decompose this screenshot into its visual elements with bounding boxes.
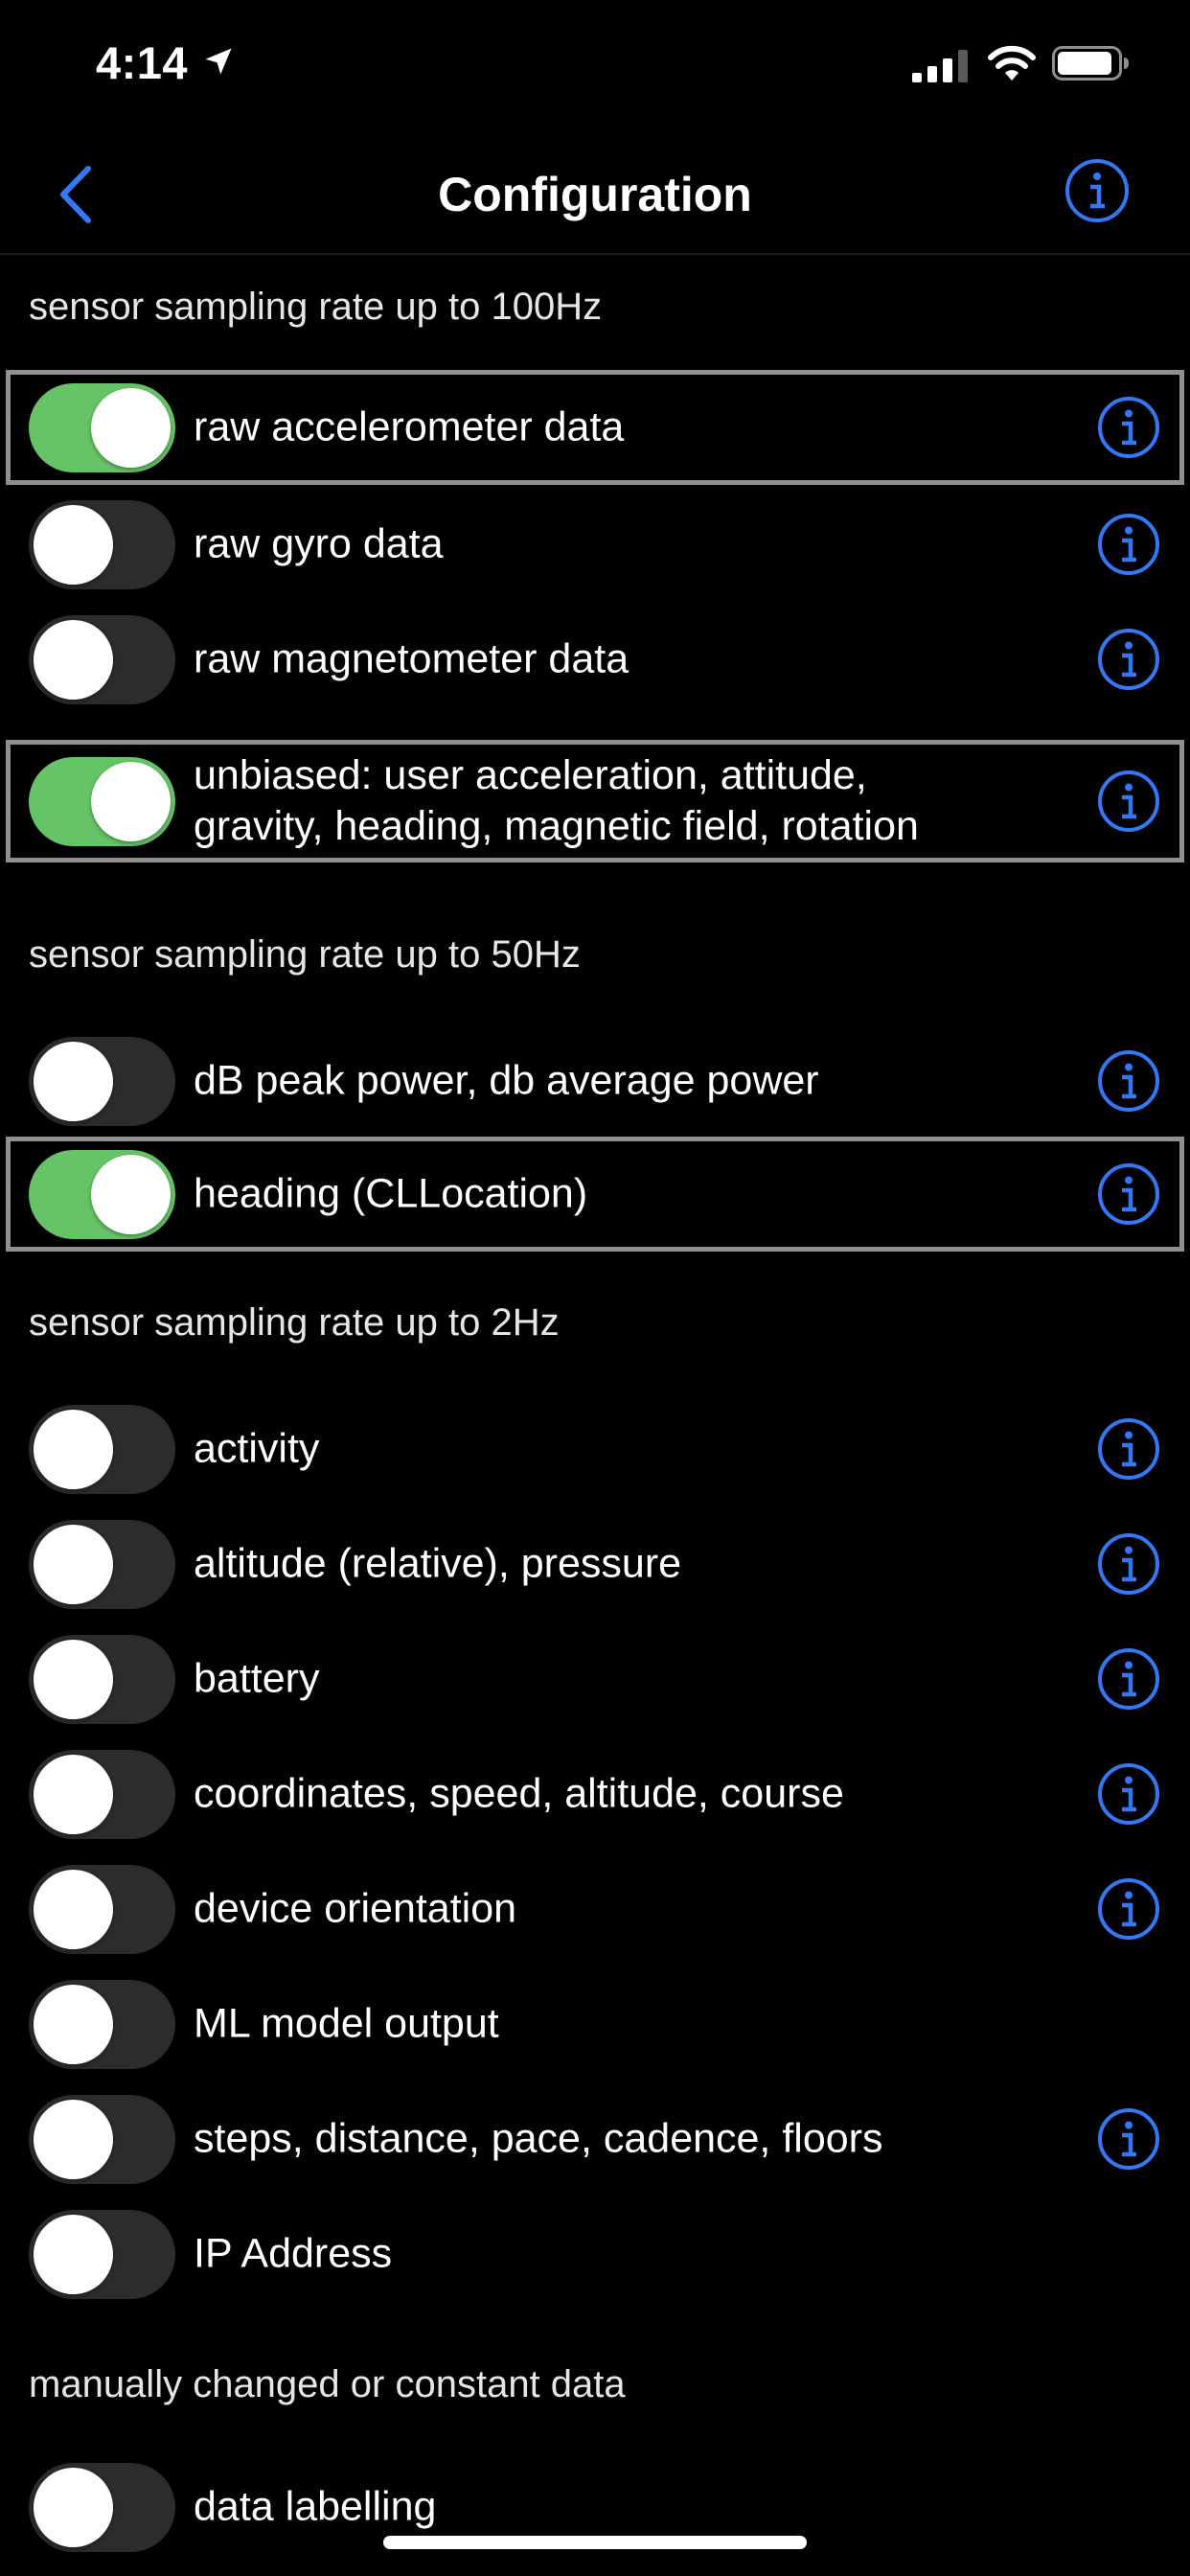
info-icon[interactable] <box>1096 1162 1161 1227</box>
toggle-switch[interactable] <box>29 383 175 472</box>
cellular-signal-icon <box>912 50 968 82</box>
toggle-knob <box>34 2215 113 2294</box>
setting-row: activity <box>0 1392 1190 1506</box>
toggle-switch[interactable] <box>29 1037 175 1126</box>
setting-label: coordinates, speed, altitude, course <box>194 1770 844 1817</box>
status-bar: 4:14 <box>0 0 1190 134</box>
location-arrow-icon <box>205 48 232 75</box>
setting-row: battery <box>0 1622 1190 1736</box>
setting-row: raw accelerometer data <box>0 370 1190 485</box>
section-header: sensor sampling rate up to 2Hz <box>29 1301 560 1344</box>
info-icon[interactable] <box>1096 2106 1161 2172</box>
toggle-knob <box>34 505 113 585</box>
toggle-knob <box>34 1870 113 1949</box>
setting-label: ML model output <box>194 2000 499 2047</box>
setting-row: dB peak power, db average power <box>0 1024 1190 1138</box>
section-header: sensor sampling rate up to 50Hz <box>29 933 581 976</box>
toggle-switch[interactable] <box>29 1405 175 1494</box>
toggle-switch[interactable] <box>29 1150 175 1239</box>
wifi-icon <box>988 45 1036 80</box>
toggle-knob <box>34 1985 113 2064</box>
toggle-switch[interactable] <box>29 1980 175 2069</box>
info-icon[interactable] <box>1096 1531 1161 1597</box>
setting-label: heading (CLLocation) <box>194 1170 588 1217</box>
setting-label: dB peak power, db average power <box>194 1057 819 1104</box>
toggle-knob <box>34 1042 113 1121</box>
toggle-switch[interactable] <box>29 615 175 704</box>
toggle-knob <box>34 2468 113 2547</box>
section-header: sensor sampling rate up to 100Hz <box>29 286 603 328</box>
toggle-knob <box>34 620 113 700</box>
setting-label: raw magnetometer data <box>194 635 629 682</box>
toggle-switch[interactable] <box>29 757 175 846</box>
info-icon[interactable] <box>1096 512 1161 577</box>
setting-label: data labelling <box>194 2483 437 2530</box>
setting-row: steps, distance, pace, cadence, floors <box>0 2082 1190 2196</box>
info-icon[interactable] <box>1096 1048 1161 1114</box>
setting-label: battery <box>194 1655 320 1702</box>
info-icon[interactable] <box>1096 627 1161 692</box>
toggle-knob <box>91 762 171 841</box>
setting-row: ML model output <box>0 1966 1190 2082</box>
setting-row: IP Address <box>0 2196 1190 2312</box>
setting-label: device orientation <box>194 1885 517 1932</box>
info-icon[interactable] <box>1096 1761 1161 1827</box>
toggle-knob <box>34 1640 113 1719</box>
setting-label: altitude (relative), pressure <box>194 1540 682 1587</box>
setting-row: raw gyro data <box>0 487 1190 602</box>
setting-row: raw magnetometer data <box>0 602 1190 717</box>
setting-row: device orientation <box>0 1852 1190 1966</box>
setting-label: raw gyro data <box>194 520 444 567</box>
toggle-knob <box>91 1155 171 1234</box>
setting-row: coordinates, speed, altitude, course <box>0 1736 1190 1852</box>
info-icon[interactable] <box>1096 1876 1161 1942</box>
setting-label: steps, distance, pace, cadence, floors <box>194 2115 883 2162</box>
setting-label: IP Address <box>194 2230 393 2277</box>
toggle-knob <box>34 1410 113 1489</box>
toggle-switch[interactable] <box>29 2463 175 2552</box>
setting-row: heading (CLLocation) <box>0 1137 1190 1252</box>
info-icon[interactable] <box>1096 395 1161 460</box>
toggle-switch[interactable] <box>29 1520 175 1609</box>
info-icon[interactable] <box>1096 1646 1161 1712</box>
setting-row: altitude (relative), pressure <box>0 1506 1190 1622</box>
toggle-knob <box>34 2100 113 2179</box>
setting-row: unbiased: user acceleration, attitude, g… <box>0 740 1190 862</box>
status-time: 4:14 <box>96 37 189 88</box>
toggle-switch[interactable] <box>29 500 175 589</box>
setting-label: activity <box>194 1425 320 1472</box>
info-icon[interactable] <box>1096 1416 1161 1482</box>
info-circle-icon[interactable] <box>1064 157 1131 224</box>
toggle-switch[interactable] <box>29 2210 175 2299</box>
toggle-knob <box>91 388 171 468</box>
setting-label: unbiased: user acceleration, attitude, g… <box>194 752 919 849</box>
info-icon[interactable] <box>1096 769 1161 834</box>
page-title: Configuration <box>438 168 752 221</box>
navigation-bar: Configuration <box>0 134 1190 255</box>
toggle-knob <box>34 1755 113 1834</box>
toggle-switch[interactable] <box>29 1635 175 1724</box>
toggle-switch[interactable] <box>29 2095 175 2184</box>
toggle-switch[interactable] <box>29 1750 175 1839</box>
toggle-switch[interactable] <box>29 1865 175 1954</box>
home-indicator[interactable] <box>383 2536 807 2549</box>
toggle-knob <box>34 1525 113 1604</box>
section-header: manually changed or constant data <box>29 2363 626 2405</box>
battery-icon <box>1052 46 1129 80</box>
setting-label: raw accelerometer data <box>194 403 625 450</box>
